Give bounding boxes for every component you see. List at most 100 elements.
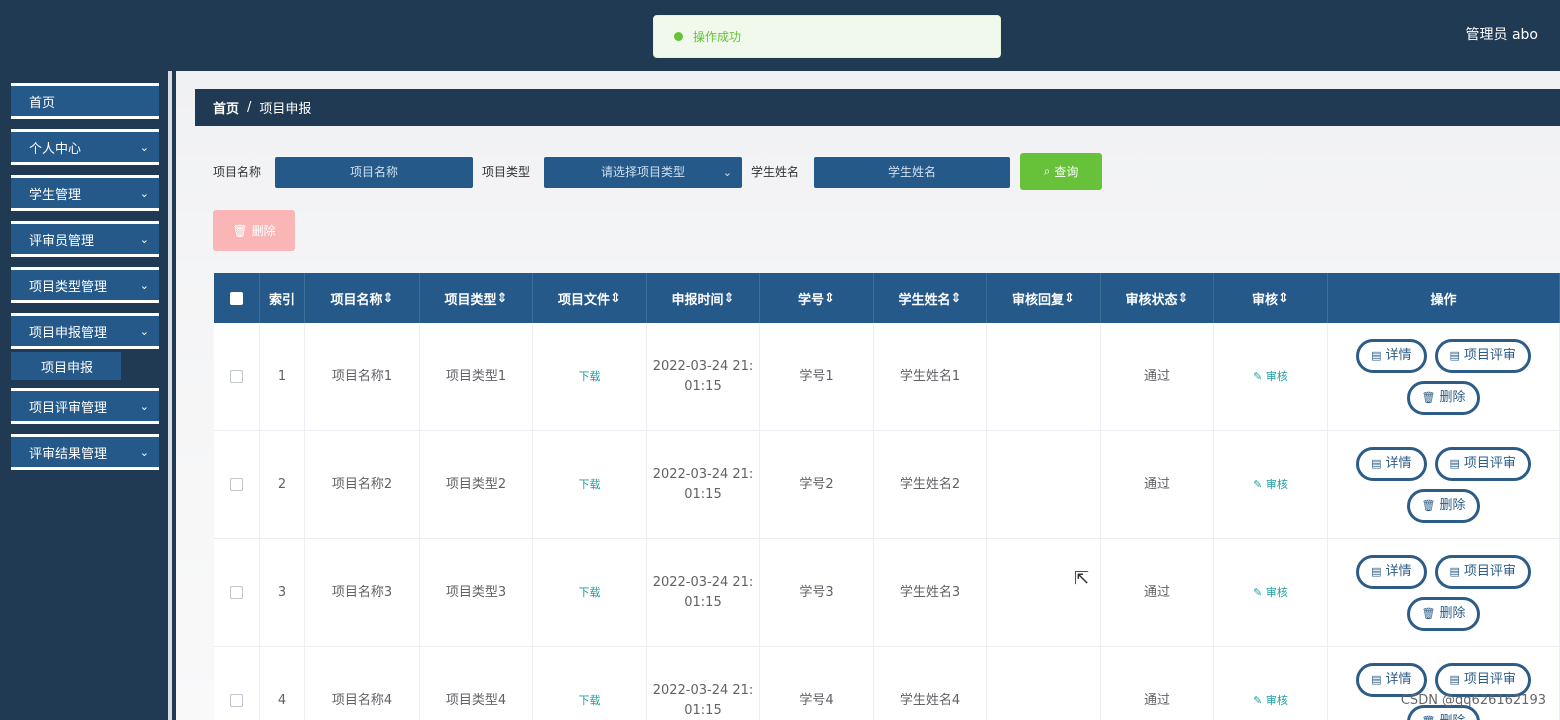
detail-button[interactable]: ▤ 详情 [1356,446,1427,481]
document-icon: ▤ [1449,456,1460,470]
delete-button[interactable]: 🗑删除 [1406,488,1481,523]
sidebar-item-label: 项目类型管理 [29,279,108,295]
review-button[interactable]: ▤ 项目评审 [1434,554,1531,589]
cell-review-status: 通过 [1101,539,1214,646]
sidebar-item-review-results[interactable]: 评审结果管理 ⌄ [11,434,159,470]
column-header-label: 学号 [798,292,825,308]
column-header-label: 项目文件 [558,292,611,308]
toast-text: 操作成功 [693,30,742,44]
delete-button[interactable]: 🗑删除 [1406,380,1481,415]
trash-icon: 🗑 [1421,390,1436,404]
edit-icon: ✎ [1253,585,1266,599]
cell-submit-time: 2022-03-24 21: 01:15 [647,647,760,720]
review-button[interactable]: ▤ 项目评审 [1434,338,1531,373]
edit-icon: ✎ [1253,693,1266,707]
column-header-sortable[interactable]: 学号 ⇕ [760,273,874,323]
cell-project-type: 项目类型1 [420,323,533,430]
download-link[interactable]: 下载 [579,583,601,603]
column-header-sortable[interactable]: 审核回复 ⇕ [987,273,1101,323]
review-button[interactable]: ▤ 项目评审 [1434,446,1531,481]
cell-audit: ✎ 审核 [1214,323,1328,430]
review-button-label: 项目评审 [1463,671,1516,687]
detail-button[interactable]: ▤ 详情 [1356,662,1427,697]
chevron-down-icon: ⌄ [139,141,149,154]
query-button[interactable]: ⌕ 查询 [1020,153,1102,190]
table-header: 索引 项目名称 ⇕ 项目类型 ⇕ 项目文件 ⇕ 申报时间 ⇕ 学号 ⇕ 学生姓名… [214,273,1560,323]
delete-button[interactable]: 🗑删除 [1406,596,1481,631]
sort-icon: ⇕ [824,290,835,306]
download-link[interactable]: 下载 [579,475,601,495]
document-icon: ▤ [1449,564,1460,578]
detail-button[interactable]: ▤ 详情 [1356,338,1427,373]
sidebar-subitem-project-application[interactable]: 项目申报 [11,352,121,380]
table-body: 1 项目名称1 项目类型1 下载 2022-03-24 21: 01:15 学号1 学生姓名1… [214,323,1560,720]
sidebar-item-reviewers[interactable]: 评审员管理 ⌄ [11,221,159,257]
chevron-down-icon: ⌄ [139,446,149,459]
cell-project-file: 下载 [533,431,647,538]
sidebar: 首页 个人中心 ⌄ 学生管理 ⌄ 评审员管理 ⌄ 项目类型管理 ⌄ 项目申报管理 ⌄ 项目… [0,71,172,720]
table-row: 4 项目名称4 项目类型4 下载 2022-03-24 21: 01:15 学号4 学生姓名4… [214,647,1560,720]
top-bar: 操作成功 管理员 abo [0,0,1560,71]
column-header-sortable[interactable]: 项目文件 ⇕ [533,273,647,323]
sidebar-item-home[interactable]: 首页 [11,83,159,119]
breadcrumb-home[interactable]: 首页 [213,98,239,117]
row-checkbox[interactable] [230,370,243,383]
download-link[interactable]: 下载 [579,691,601,711]
sidebar-item-project-types[interactable]: 项目类型管理 ⌄ [11,267,159,303]
column-header-sortable[interactable]: 审核状态 ⇕ [1101,273,1214,323]
chevron-down-icon: ⌄ [139,400,149,413]
sidebar-item-personal[interactable]: 个人中心 ⌄ [11,129,159,165]
cell-student-no: 学号2 [760,431,874,538]
column-header-label: 项目类型 [444,292,497,308]
row-checkbox[interactable] [230,694,243,707]
trash-icon: 🗑 [232,223,248,238]
cell-index: 1 [260,323,305,430]
submit-time-clock: 01:15 [684,378,722,394]
detail-button[interactable]: ▤ 详情 [1356,554,1427,589]
cell-operations: ▤详情▤项目评审🗑删除 [1328,539,1560,646]
cell-audit: ✎ 审核 [1214,431,1328,538]
sidebar-item-label: 项目申报管理 [29,325,108,341]
cell-project-type: 项目类型4 [420,647,533,720]
detail-button-label: 详情 [1385,563,1412,579]
delete-button-label: 删除 [1439,497,1466,513]
watermark: CSDN @qq626162193 [1400,693,1546,708]
batch-delete-button[interactable]: 🗑 删除 [213,210,295,251]
audit-link[interactable]: ✎ 审核 [1253,475,1288,495]
column-header-sortable[interactable]: 审核 ⇕ [1214,273,1328,323]
column-header-sortable[interactable]: 学生姓名 ⇕ [874,273,987,323]
submit-time-clock: 01:15 [684,702,722,718]
audit-link[interactable]: ✎ 审核 [1253,583,1288,603]
document-icon: ▤ [1371,456,1382,470]
column-header-sortable[interactable]: 申报时间 ⇕ [647,273,760,323]
cell-student-name: 学生姓名1 [874,323,987,430]
student-name-input[interactable]: 学生姓名 [814,157,1010,188]
cell-project-file: 下载 [533,647,647,720]
row-checkbox[interactable] [230,478,243,491]
cell-audit: ✎ 审核 [1214,539,1328,646]
audit-link[interactable]: ✎ 审核 [1253,367,1288,387]
project-type-select[interactable]: 请选择项目类型 ⌄ [544,157,742,188]
column-header-label: 申报时间 [671,292,724,308]
project-name-label: 项目名称 [213,165,262,179]
row-checkbox[interactable] [230,586,243,599]
document-icon: ▤ [1371,348,1382,362]
review-button-label: 项目评审 [1463,455,1516,471]
sort-icon: ⇕ [496,290,508,306]
review-button[interactable]: ▤ 项目评审 [1434,662,1531,697]
batch-delete-label: 删除 [251,224,276,238]
audit-link[interactable]: ✎ 审核 [1253,691,1288,711]
column-header-sortable[interactable]: 项目类型 ⇕ [420,273,533,323]
column-header-label: 审核回复 [1012,292,1065,308]
sidebar-item-project-applications[interactable]: 项目申报管理 ⌄ [11,313,159,349]
project-name-input[interactable]: 项目名称 [275,157,473,188]
sort-icon: ⇕ [1177,290,1189,306]
cell-review-reply [987,647,1101,720]
sidebar-item-students[interactable]: 学生管理 ⌄ [11,175,159,211]
select-all-checkbox[interactable] [230,291,243,305]
cell-project-type: 项目类型3 [420,539,533,646]
download-link[interactable]: 下载 [579,367,601,387]
sidebar-item-project-reviews[interactable]: 项目评审管理 ⌄ [11,388,159,424]
column-header-sortable[interactable]: 项目名称 ⇕ [305,273,420,323]
user-label[interactable]: 管理员 abo [1466,24,1538,44]
